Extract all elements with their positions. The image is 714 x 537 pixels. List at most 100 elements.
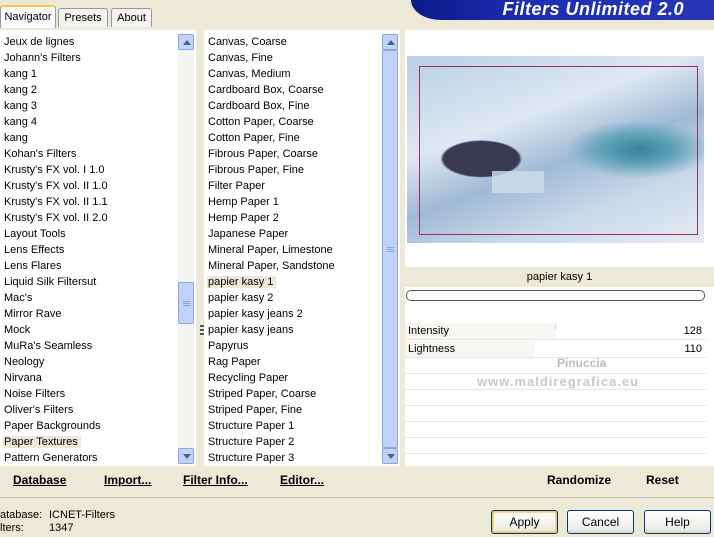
filter-list-item[interactable]: Canvas, Fine [204,50,382,66]
filter-list-item[interactable]: Mineral Paper, Limestone [204,242,382,258]
filter-list-item[interactable]: papier kasy 1 [204,274,382,290]
filter-item-label: Structure Paper 2 [208,436,295,448]
category-item-label: Neology [4,356,45,368]
category-list-item[interactable]: Kohan's Filters [0,146,178,162]
scroll-thumb[interactable] [178,282,194,324]
category-scrollbar[interactable] [178,34,194,464]
filter-item-label: Structure Paper 3 [208,452,295,464]
randomize-link[interactable]: Randomize [547,473,611,487]
import-link[interactable]: Import... [104,473,151,487]
category-list-item[interactable]: Mac's [0,290,178,306]
filter-list-item[interactable]: Structure Paper 3 [204,450,382,466]
watermark-url: www.maldiregrafica.eu [477,374,640,389]
grid-line [405,437,706,438]
category-list-item[interactable]: kang 1 [0,66,178,82]
filter-list-item[interactable]: Striped Paper, Coarse [204,386,382,402]
category-list-item[interactable]: Neology [0,354,178,370]
filter-list-item[interactable]: Fibrous Paper, Coarse [204,146,382,162]
filter-list-item[interactable]: papier kasy 2 [204,290,382,306]
filter-info-link[interactable]: Filter Info... [183,473,248,487]
category-list-item[interactable]: MuRa's Seamless [0,338,178,354]
category-item-label: Liquid Silk Filtersut [4,276,97,288]
param-intensity[interactable]: Intensity 128 [405,323,706,339]
filter-list-item[interactable]: Fibrous Paper, Fine [204,162,382,178]
category-list[interactable]: Jeux de lignes Johann's Filters kang 1 kang… [0,34,178,466]
filter-name-label: papier kasy 1 [405,267,714,287]
category-list-item[interactable]: Krusty's FX vol. I 1.0 [0,162,178,178]
scroll-up-arrow-icon[interactable] [178,34,194,50]
grid-line [405,453,706,454]
help-button[interactable]: Help [644,510,711,534]
category-list-item[interactable]: Noise Filters [0,386,178,402]
preview-shape [492,171,544,193]
category-list-item[interactable]: kang [0,130,178,146]
filter-list-item[interactable]: Structure Paper 2 [204,434,382,450]
filter-list-item[interactable]: Canvas, Medium [204,66,382,82]
cancel-button[interactable]: Cancel [567,510,634,534]
preview-image[interactable] [407,56,704,243]
category-item-label: Mirror Rave [4,308,62,320]
filter-list-item[interactable]: Cardboard Box, Coarse [204,82,382,98]
category-list-item[interactable]: Jeux de lignes [0,34,178,50]
tab-about[interactable]: About [111,8,152,27]
filter-list-item[interactable]: Striped Paper, Fine [204,402,382,418]
filter-list[interactable]: Canvas, Coarse Canvas, Fine Canvas, Medium… [200,34,382,466]
category-list-item[interactable]: Krusty's FX vol. II 1.0 [0,178,178,194]
category-list-item[interactable]: Krusty's FX vol. II 1.1 [0,194,178,210]
filter-list-item[interactable]: papier kasy jeans [200,322,382,338]
reset-link[interactable]: Reset [646,473,679,487]
filter-list-item[interactable]: Hemp Paper 2 [204,210,382,226]
scroll-up-arrow-icon[interactable] [382,34,398,50]
filter-list-item[interactable]: Japanese Paper [204,226,382,242]
category-item-label: kang 3 [4,100,38,112]
database-label: atabase: [0,509,43,521]
category-list-item[interactable]: Krusty's FX vol. II 2.0 [0,210,178,226]
watermark-name: Pinuccia [557,356,607,370]
apply-button[interactable]: Apply [491,510,558,534]
category-list-item[interactable]: kang 4 [0,114,178,130]
filter-item-label: Filter Paper [208,180,265,192]
filter-list-item[interactable]: Recycling Paper [204,370,382,386]
filter-list-item[interactable]: Cotton Paper, Coarse [204,114,382,130]
filter-item-label: Papyrus [208,340,249,352]
filter-list-item[interactable]: Rag Paper [204,354,382,370]
category-item-label: Lens Effects [4,244,65,256]
filter-list-item[interactable]: Canvas, Coarse [204,34,382,50]
category-item-label: Krusty's FX vol. II 1.1 [4,196,108,208]
filter-list-item[interactable]: Cotton Paper, Fine [204,130,382,146]
filter-list-item[interactable]: Cardboard Box, Fine [204,98,382,114]
filter-item-label: Canvas, Fine [208,52,273,64]
filter-scrollbar[interactable] [382,34,398,464]
database-link[interactable]: Database [13,473,66,487]
category-list-item[interactable]: Mirror Rave [0,306,178,322]
category-list-item[interactable]: Nirvana [0,370,178,386]
category-list-item[interactable]: Paper Backgrounds [0,418,178,434]
tab-presets[interactable]: Presets [58,8,108,27]
scroll-down-arrow-icon[interactable] [382,448,398,464]
category-item-label: Paper Backgrounds [4,420,101,432]
tab-navigator[interactable]: Navigator [0,5,56,28]
scroll-thumb[interactable] [382,50,398,448]
category-list-item[interactable]: Oliver's Filters [0,402,178,418]
filter-list-item[interactable]: Papyrus [204,338,382,354]
filter-list-item[interactable]: Filter Paper [204,178,382,194]
category-list-item[interactable]: Layout Tools [0,226,178,242]
filter-list-item[interactable]: papier kasy jeans 2 [204,306,382,322]
category-list-item[interactable]: kang 3 [0,98,178,114]
category-list-item[interactable]: Pattern Generators [0,450,178,466]
category-list-item[interactable]: Johann's Filters [0,50,178,66]
scroll-down-arrow-icon[interactable] [178,448,194,464]
category-item-label: kang 4 [4,116,38,128]
category-list-item[interactable]: Lens Flares [0,258,178,274]
filter-list-item[interactable]: Mineral Paper, Sandstone [204,258,382,274]
category-list-item[interactable]: Paper Textures [0,434,178,450]
filter-list-item[interactable]: Structure Paper 1 [204,418,382,434]
category-list-item[interactable]: Liquid Silk Filtersut [0,274,178,290]
category-item-label: MuRa's Seamless [4,340,93,352]
category-list-item[interactable]: kang 2 [0,82,178,98]
param-lightness[interactable]: Lightness 110 [405,341,706,357]
category-list-item[interactable]: Mock [0,322,178,338]
editor-link[interactable]: Editor... [280,473,324,487]
category-list-item[interactable]: Lens Effects [0,242,178,258]
filter-list-item[interactable]: Hemp Paper 1 [204,194,382,210]
